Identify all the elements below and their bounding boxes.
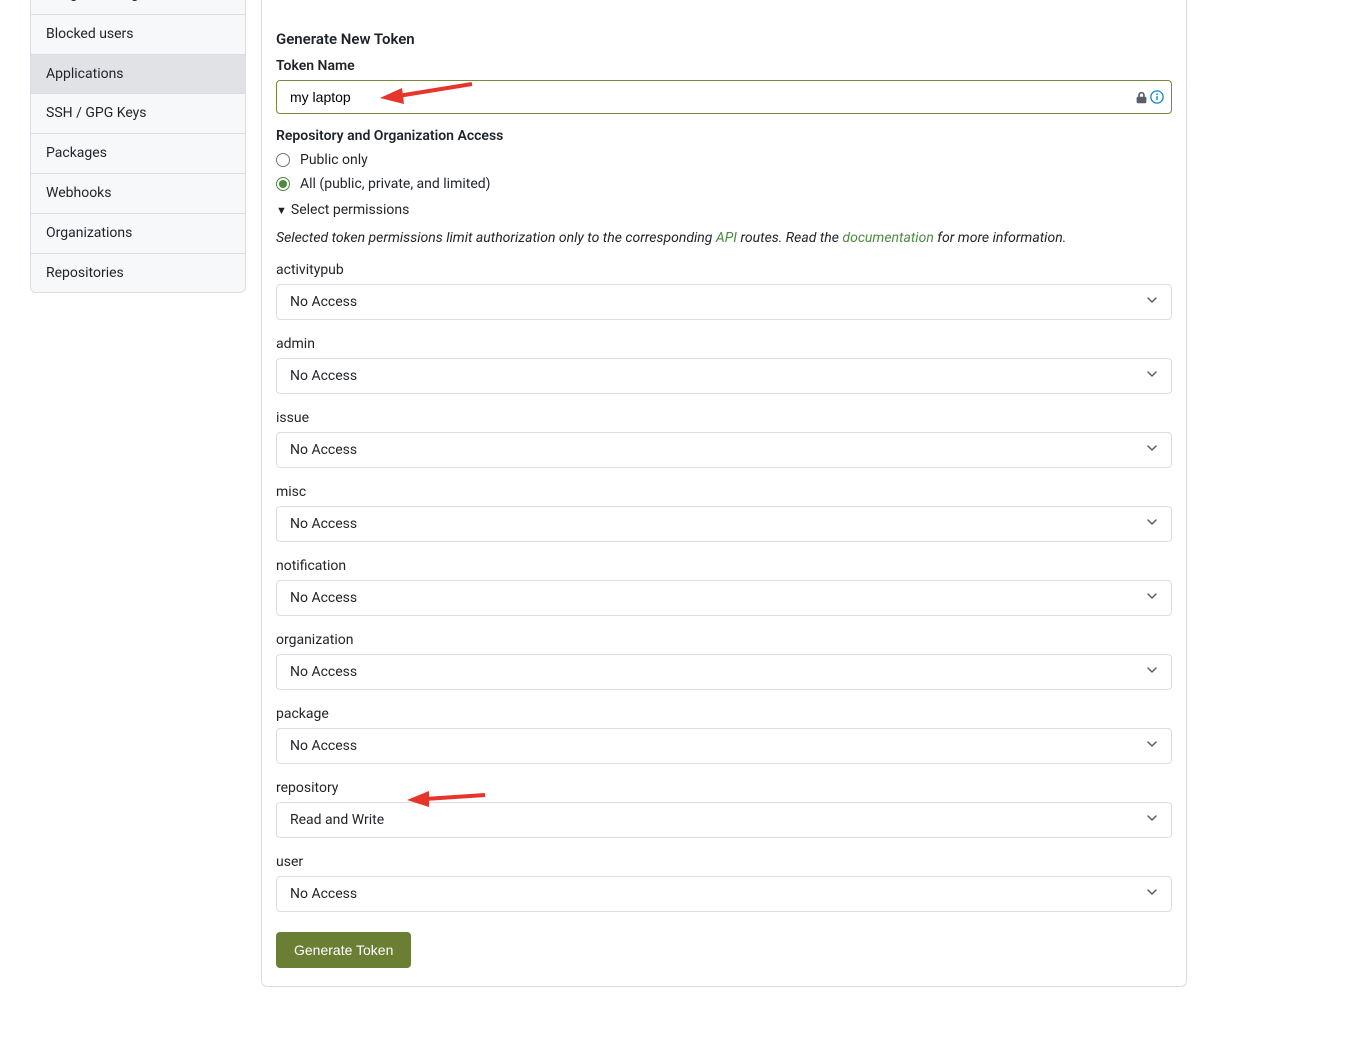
radio-icon[interactable] <box>276 177 290 191</box>
settings-sidebar: Security Usage & Billing Blocked users A… <box>30 0 246 293</box>
info-icon[interactable] <box>1150 90 1164 104</box>
permission-select-repository[interactable]: Read and Write <box>276 802 1172 838</box>
permission-label: notification <box>276 558 1172 574</box>
sidebar-item-organizations[interactable]: Organizations <box>31 214 245 254</box>
sidebar-item-blocked-users[interactable]: Blocked users <box>31 15 245 55</box>
permission-label: repository <box>276 780 1172 796</box>
permission-group-admin: admin No Access <box>276 336 1172 394</box>
sidebar-item-label: SSH / GPG Keys <box>46 105 147 121</box>
permission-select-notification[interactable]: No Access <box>276 580 1172 616</box>
chevron-down-icon <box>1146 516 1158 532</box>
sidebar-item-label: Packages <box>46 145 107 161</box>
chevron-down-icon <box>1146 738 1158 754</box>
permission-select-value: Read and Write <box>290 812 384 828</box>
permission-select-misc[interactable]: No Access <box>276 506 1172 542</box>
generate-token-button[interactable]: Generate Token <box>276 932 411 968</box>
permission-select-organization[interactable]: No Access <box>276 654 1172 690</box>
permission-group-activitypub: activitypub No Access <box>276 262 1172 320</box>
sidebar-item-label: Applications <box>46 66 124 82</box>
permission-label: admin <box>276 336 1172 352</box>
permission-group-notification: notification No Access <box>276 558 1172 616</box>
permission-group-repository: repository Read and Write <box>276 780 1172 838</box>
token-name-input[interactable] <box>276 80 1172 114</box>
chevron-down-icon <box>1146 294 1158 310</box>
permission-select-user[interactable]: No Access <box>276 876 1172 912</box>
panel-heading: Generate New Token <box>276 30 1172 48</box>
token-name-label: Token Name <box>276 58 1172 74</box>
lock-icon <box>1135 91 1148 104</box>
sidebar-item-repositories[interactable]: Repositories <box>31 254 245 293</box>
main-content: Generate New Token Token Name Repository… <box>261 0 1187 987</box>
radio-public-only[interactable]: Public only <box>276 152 1172 168</box>
radio-icon[interactable] <box>276 153 290 167</box>
sidebar-item-webhooks[interactable]: Webhooks <box>31 174 245 214</box>
chevron-down-icon <box>1146 368 1158 384</box>
sidebar-item-label: Webhooks <box>46 185 112 201</box>
repo-access-label: Repository and Organization Access <box>276 128 1172 144</box>
select-permissions-summary[interactable]: Select permissions <box>276 202 1172 218</box>
radio-label: All (public, private, and limited) <box>300 176 491 192</box>
sidebar-item-label: Blocked users <box>46 26 134 42</box>
chevron-down-icon <box>1146 442 1158 458</box>
permission-select-value: No Access <box>290 886 357 902</box>
chevron-down-icon <box>1146 812 1158 828</box>
sidebar-item-packages[interactable]: Packages <box>31 134 245 174</box>
permission-label: package <box>276 706 1172 722</box>
permission-group-misc: misc No Access <box>276 484 1172 542</box>
chevron-down-icon <box>1146 664 1158 680</box>
permission-select-value: No Access <box>290 590 357 606</box>
api-link[interactable]: API <box>716 230 737 246</box>
permission-select-value: No Access <box>290 368 357 384</box>
permission-label: misc <box>276 484 1172 500</box>
sidebar-item-label: Repositories <box>46 265 124 281</box>
sidebar-item-ssh-gpg-keys[interactable]: SSH / GPG Keys <box>31 94 245 134</box>
permission-select-package[interactable]: No Access <box>276 728 1172 764</box>
permission-select-admin[interactable]: No Access <box>276 358 1172 394</box>
permission-select-value: No Access <box>290 516 357 532</box>
sidebar-item-label: Usage & Billing <box>46 0 139 2</box>
permission-select-value: No Access <box>290 294 357 310</box>
sidebar-item-usage-billing[interactable]: Usage & Billing <box>31 0 245 15</box>
permission-label: organization <box>276 632 1172 648</box>
chevron-down-icon <box>1146 590 1158 606</box>
permission-group-package: package No Access <box>276 706 1172 764</box>
permission-group-issue: issue No Access <box>276 410 1172 468</box>
radio-label: Public only <box>300 152 368 168</box>
documentation-link[interactable]: documentation <box>842 230 933 246</box>
permissions-hint: Selected token permissions limit authori… <box>276 230 1172 246</box>
sidebar-item-applications[interactable]: Applications <box>31 55 245 95</box>
chevron-down-icon <box>1146 886 1158 902</box>
permission-label: issue <box>276 410 1172 426</box>
permission-select-value: No Access <box>290 442 357 458</box>
permission-label: activitypub <box>276 262 1172 278</box>
permission-group-organization: organization No Access <box>276 632 1172 690</box>
radio-all[interactable]: All (public, private, and limited) <box>276 176 1172 192</box>
permission-select-issue[interactable]: No Access <box>276 432 1172 468</box>
permission-group-user: user No Access <box>276 854 1172 912</box>
permission-select-value: No Access <box>290 738 357 754</box>
generate-token-panel: Generate New Token Token Name Repository… <box>261 0 1187 987</box>
sidebar-item-label: Organizations <box>46 225 132 241</box>
select-permissions-details[interactable]: Select permissions Selected token permis… <box>276 202 1172 912</box>
token-name-input-wrap <box>276 80 1172 114</box>
permission-select-activitypub[interactable]: No Access <box>276 284 1172 320</box>
permission-label: user <box>276 854 1172 870</box>
permission-select-value: No Access <box>290 664 357 680</box>
